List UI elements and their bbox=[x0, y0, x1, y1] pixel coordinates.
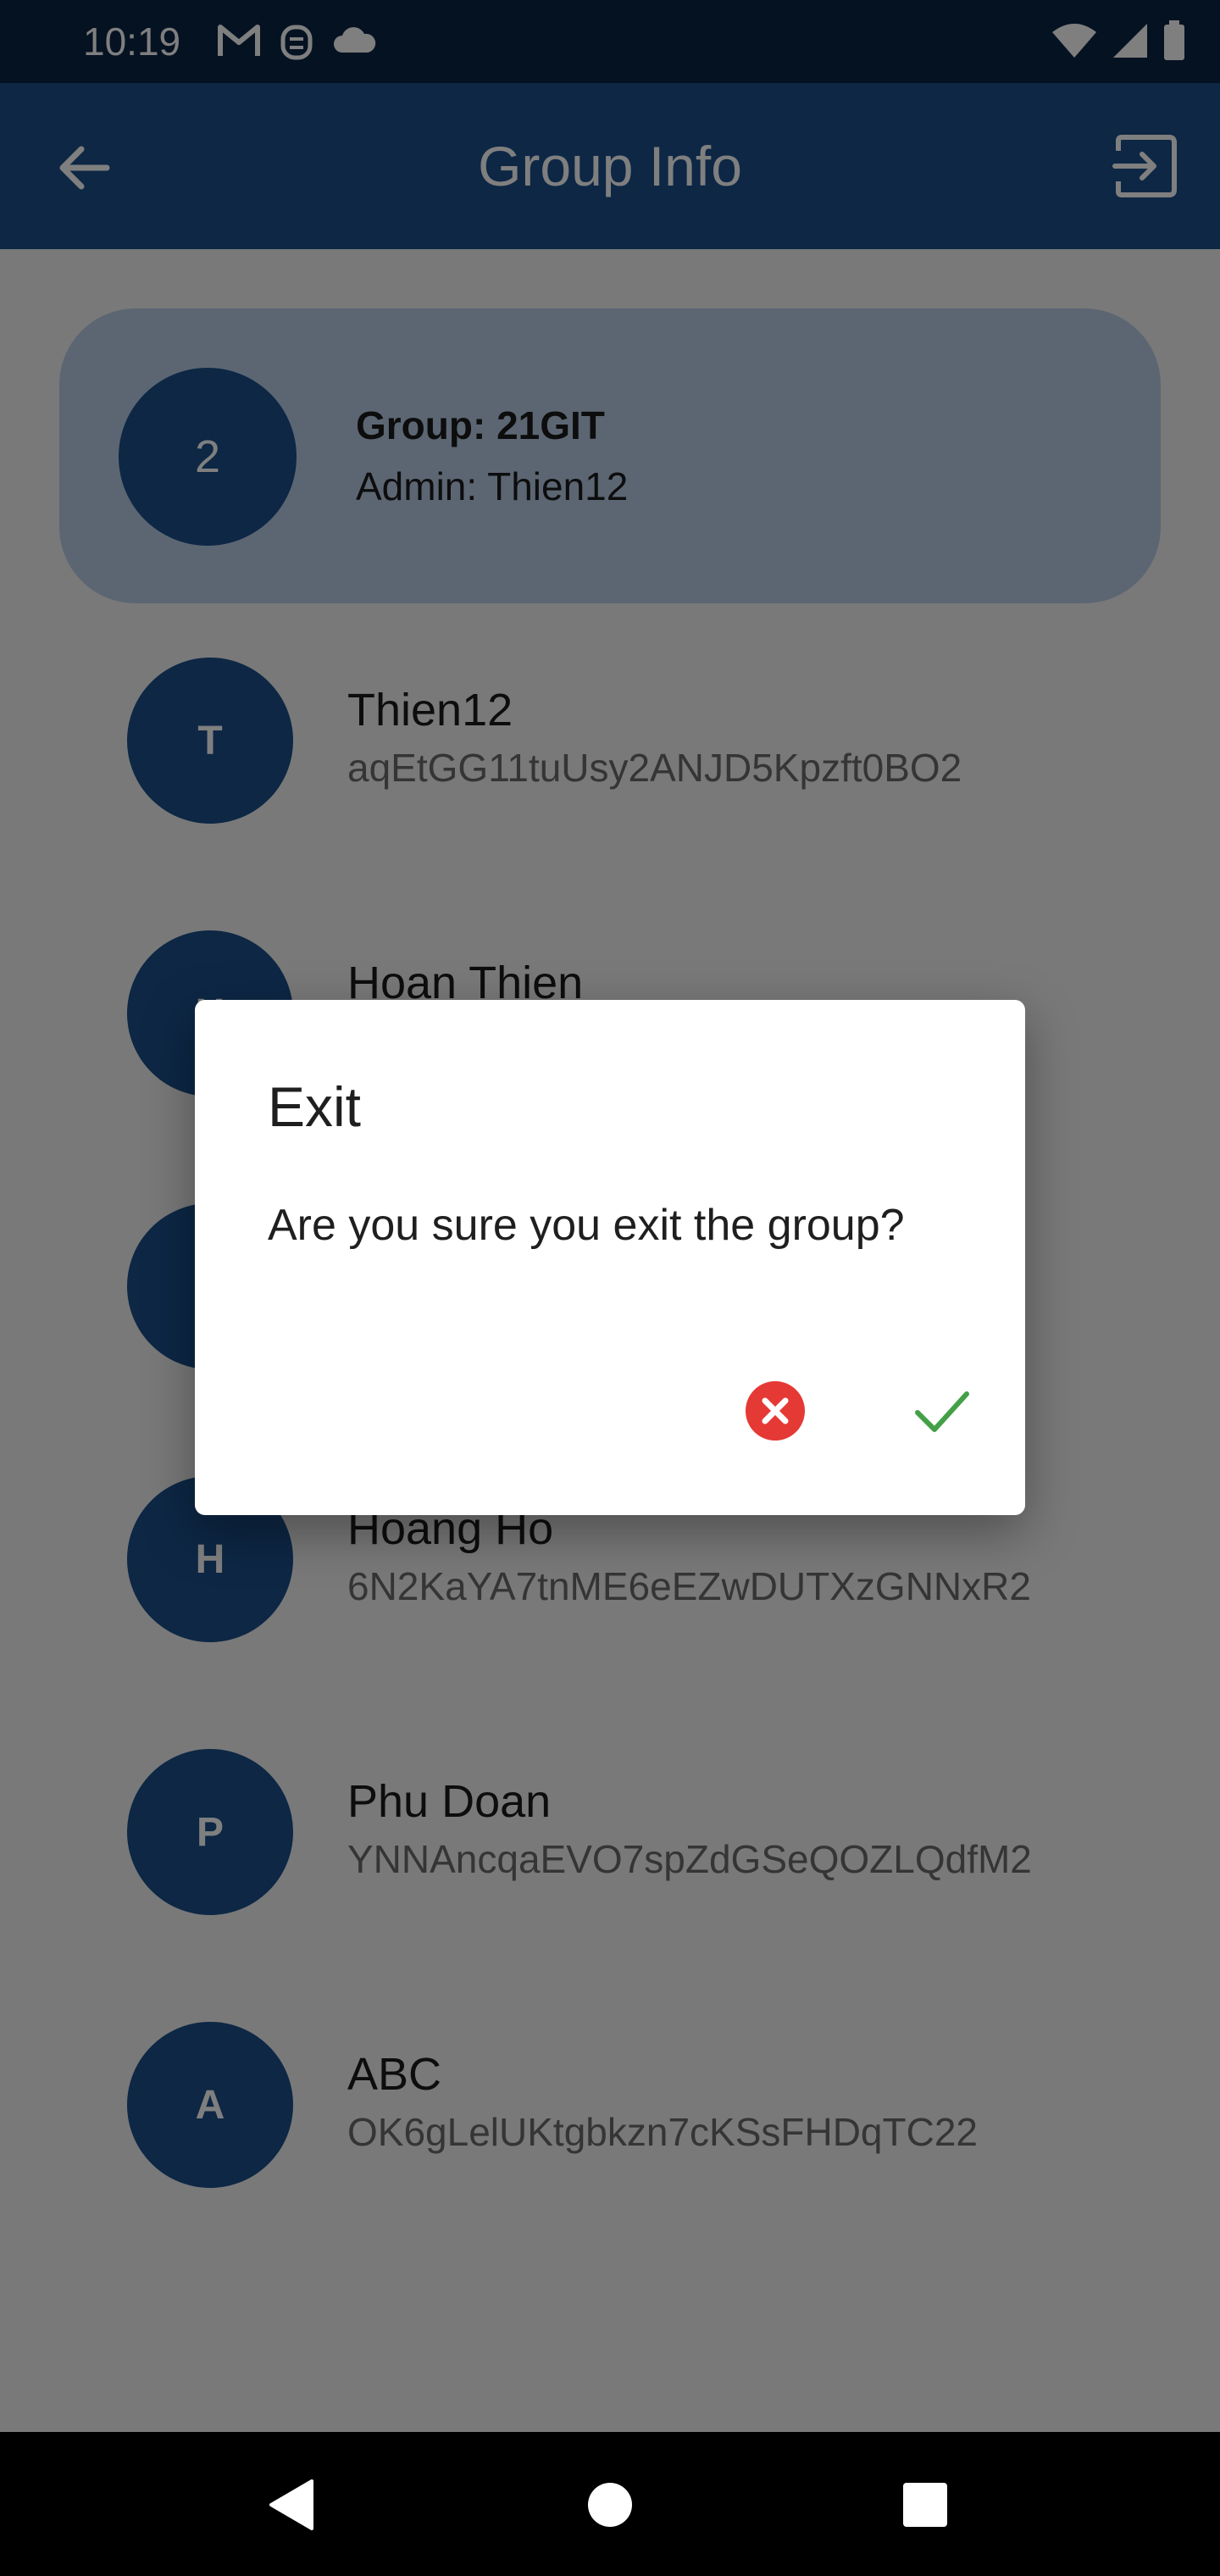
dialog-title: Exit bbox=[268, 1075, 362, 1138]
check-icon bbox=[915, 1391, 969, 1432]
circle-home-icon bbox=[588, 2483, 632, 2527]
confirm-button[interactable] bbox=[895, 1364, 988, 1457]
cancel-icon bbox=[746, 1381, 805, 1441]
nav-home-button[interactable] bbox=[569, 2464, 651, 2545]
nav-back-button[interactable] bbox=[251, 2464, 332, 2545]
triangle-back-icon bbox=[269, 2479, 313, 2530]
cancel-button[interactable] bbox=[729, 1364, 822, 1457]
square-recents-icon bbox=[903, 2483, 947, 2527]
nav-recents-button[interactable] bbox=[884, 2464, 966, 2545]
dialog-message: Are you sure you exit the group? bbox=[268, 1201, 905, 1250]
system-nav-bar bbox=[0, 2432, 1220, 2576]
exit-dialog: Exit Are you sure you exit the group? bbox=[195, 1000, 1025, 1515]
